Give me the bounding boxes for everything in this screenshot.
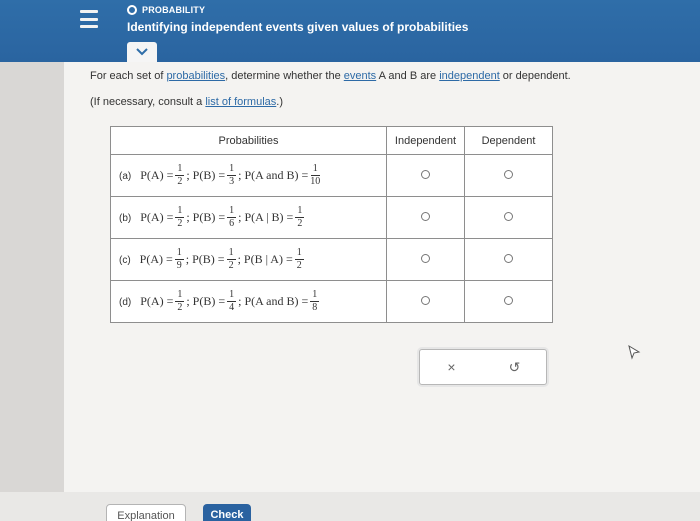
topic-label: PROBABILITY (142, 5, 206, 15)
table-row: (a) P(A) = 12 ; P(B) = 13 ; P(A and B) =… (110, 154, 553, 197)
probability-table: Probabilities Independent Dependent (a) … (110, 126, 553, 323)
hint-text: (If necessary, consult a list of formula… (90, 96, 283, 108)
fraction-denominator: 9 (176, 260, 182, 271)
expr-part: P(A) = (139, 252, 173, 266)
page-title: Identifying independent events given val… (127, 20, 469, 34)
expr-part: ; P(B) = (185, 252, 225, 266)
fraction-numerator: 1 (227, 205, 237, 218)
probability-expression: (a) P(A) = 12 ; P(B) = 13 ; P(A and B) =… (110, 154, 387, 197)
dependent-cell (464, 154, 553, 197)
fraction-denominator: 10 (310, 176, 321, 187)
instruction-prefix: For each set of (90, 70, 167, 82)
mouse-pointer-icon (628, 344, 641, 360)
fraction-denominator: 2 (296, 260, 302, 271)
fraction-numerator: 1 (175, 289, 185, 302)
independent-radio[interactable] (421, 253, 430, 263)
independent-radio[interactable] (421, 169, 430, 179)
fraction-numerator: 1 (226, 247, 236, 260)
independent-cell (386, 238, 465, 281)
undo-icon: ↺ (508, 358, 521, 375)
topic-row: PROBABILITY (127, 5, 205, 15)
row-tag: (d) (119, 297, 132, 308)
expr-part: P(A) = (140, 168, 174, 182)
table-row: (c) P(A) = 19 ; P(B) = 12 ; P(B | A) = 1… (110, 238, 553, 281)
dependent-cell (464, 238, 553, 281)
table-row: (d) P(A) = 12 ; P(B) = 14 ; P(A and B) =… (110, 280, 553, 323)
fraction-denominator: 2 (177, 176, 183, 187)
row-tag: (a) (119, 171, 132, 182)
expand-button[interactable] (127, 42, 157, 62)
fraction-denominator: 8 (312, 302, 318, 313)
fraction-numerator: 1 (227, 163, 237, 176)
probability-expression: (c) P(A) = 19 ; P(B) = 12 ; P(B | A) = 1… (110, 238, 387, 281)
independent-link[interactable]: independent (439, 70, 500, 82)
check-button[interactable]: Check (203, 504, 251, 521)
explanation-button[interactable]: Explanation (106, 504, 186, 521)
independent-cell (386, 154, 465, 197)
topic-progress-icon (127, 5, 137, 15)
expr-part: ; P(B | A) = (237, 252, 293, 266)
independent-cell (386, 196, 465, 239)
expr-part: ; P(B) = (186, 168, 226, 182)
dependent-radio[interactable] (504, 169, 513, 179)
expr-part: P(A) = (140, 294, 174, 308)
expr-part: ; P(A and B) = (238, 168, 309, 182)
fraction-numerator: 1 (310, 163, 320, 176)
hint-prefix: (If necessary, consult a (90, 96, 206, 108)
independent-radio[interactable] (421, 211, 430, 221)
row-tag: (b) (119, 213, 132, 224)
fraction-denominator: 6 (229, 218, 235, 229)
answer-actions: × ↺ (419, 349, 547, 385)
fraction-denominator: 2 (228, 260, 234, 271)
events-link[interactable]: events (344, 70, 376, 82)
fraction-denominator: 2 (177, 218, 183, 229)
expr-part: ; P(A and B) = (238, 294, 309, 308)
clear-button[interactable]: × (420, 350, 483, 384)
formulas-link[interactable]: list of formulas (205, 96, 276, 108)
footer-bar: Explanation Check (0, 492, 700, 521)
table-row: (b) P(A) = 12 ; P(B) = 16 ; P(A | B) = 1… (110, 196, 553, 239)
dependent-radio[interactable] (504, 295, 513, 305)
probability-expression: (b) P(A) = 12 ; P(B) = 16 ; P(A | B) = 1… (110, 196, 387, 239)
header-probabilities: Probabilities (110, 126, 387, 155)
independent-radio[interactable] (421, 295, 430, 305)
undo-button[interactable]: ↺ (483, 350, 546, 384)
instruction-middle: , determine whether the (225, 70, 344, 82)
hint-suffix: .) (276, 96, 284, 108)
dependent-radio[interactable] (504, 253, 513, 263)
instruction-suffix: or dependent. (499, 70, 571, 82)
fraction-denominator: 4 (229, 302, 235, 313)
instruction-vars: A and B are (376, 70, 440, 82)
fraction-numerator: 1 (227, 289, 237, 302)
probability-expression: (d) P(A) = 12 ; P(B) = 14 ; P(A and B) =… (110, 280, 387, 323)
fraction-numerator: 1 (295, 205, 305, 218)
dependent-cell (464, 280, 553, 323)
expr-part: ; P(A | B) = (238, 210, 294, 224)
expr-part: ; P(B) = (186, 294, 226, 308)
fraction-denominator: 3 (229, 176, 235, 187)
fraction-numerator: 1 (294, 247, 304, 260)
fraction-denominator: 2 (297, 218, 303, 229)
menu-icon[interactable] (78, 8, 100, 30)
independent-cell (386, 280, 465, 323)
fraction-numerator: 1 (310, 289, 320, 302)
row-tag: (c) (119, 255, 131, 266)
header-independent: Independent (386, 126, 465, 155)
header-bar: PROBABILITY Identifying independent even… (0, 0, 700, 62)
probabilities-link[interactable]: probabilities (166, 70, 225, 82)
dependent-radio[interactable] (504, 211, 513, 221)
close-icon: × (447, 359, 456, 375)
fraction-numerator: 1 (174, 247, 184, 260)
instruction-text: For each set of probabilities, determine… (90, 70, 571, 82)
expr-part: ; P(B) = (186, 210, 226, 224)
fraction-numerator: 1 (175, 205, 185, 218)
header-dependent: Dependent (464, 126, 553, 155)
dependent-cell (464, 196, 553, 239)
question-panel: For each set of probabilities, determine… (64, 62, 700, 492)
expr-part: P(A) = (140, 210, 174, 224)
fraction-denominator: 2 (177, 302, 183, 313)
chevron-down-icon (136, 48, 148, 56)
fraction-numerator: 1 (175, 163, 185, 176)
